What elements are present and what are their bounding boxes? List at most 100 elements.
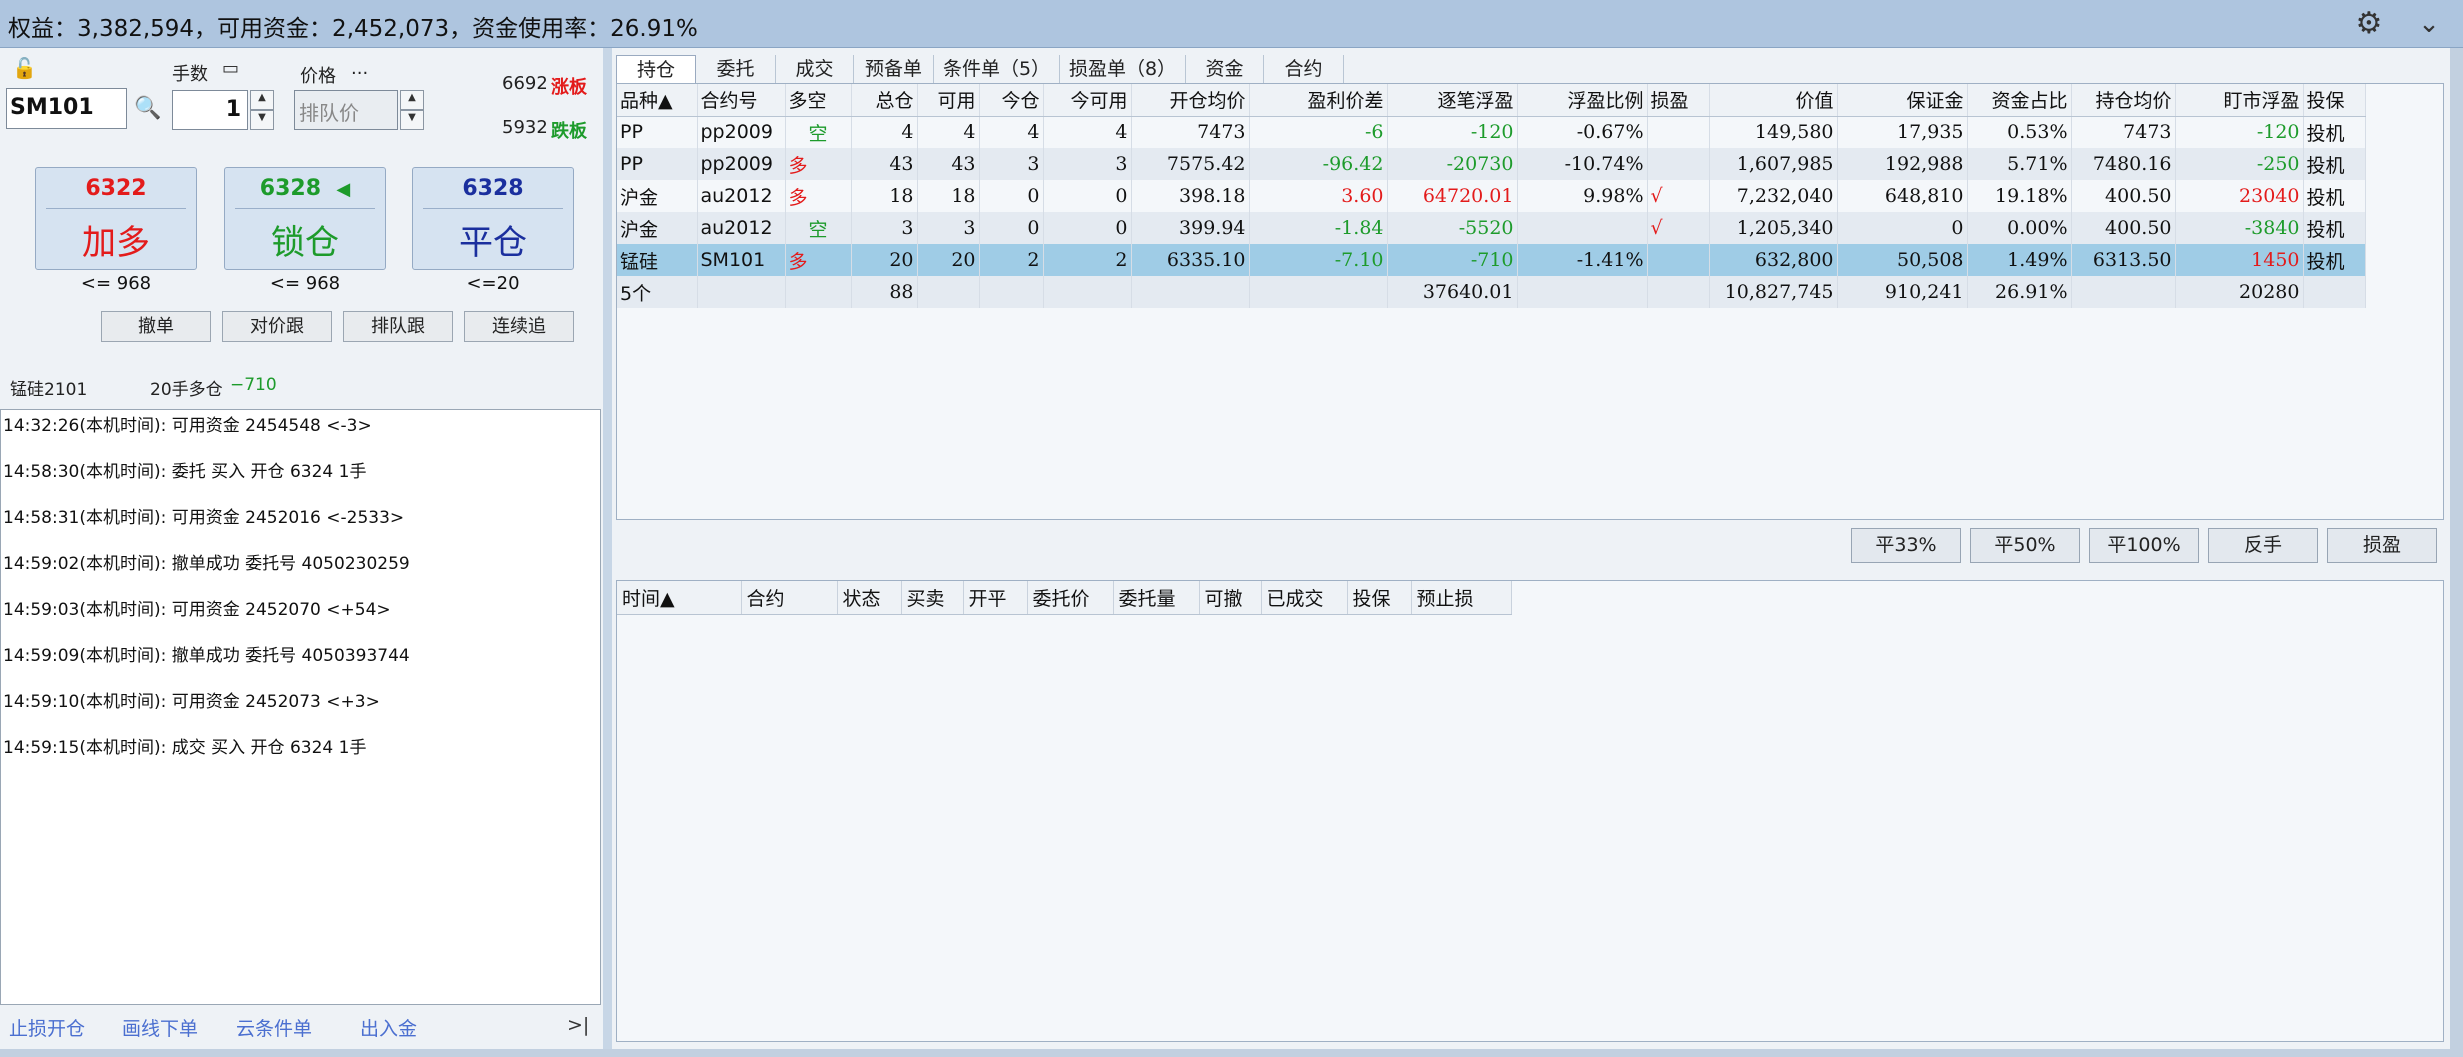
add-long-button[interactable]: 6322 加多 [35,167,197,270]
position-cell: au2012 [697,212,786,244]
position-cell: 398.18 [1131,180,1250,212]
position-cell: 632,800 [1709,244,1838,276]
quantity-down-button[interactable]: ▼ [250,110,274,130]
column-header[interactable]: 开仓均价 [1131,84,1250,117]
position-cell: 5.71% [1967,148,2072,180]
order-column-header[interactable]: 合约 [741,581,838,615]
column-header[interactable]: 盈利价差 [1249,84,1388,117]
position-row[interactable]: PP pp2009 空 4 4 4 4 7473 -6 -120 -0.67% 149,580 17,9… [617,116,2366,148]
limit-up-price: 6692 [502,73,548,94]
position-cell: pp2009 [697,116,786,148]
lock-position-button[interactable]: 6328 ◀ 锁仓 [224,167,386,270]
column-header[interactable]: 品种▲ [617,84,698,117]
continuous-chase-button[interactable]: 连续追 [464,311,574,342]
column-header[interactable]: 总仓 [851,84,918,117]
quantity-input[interactable]: 1 [172,90,248,130]
order-column-header[interactable]: 已成交 [1261,581,1348,615]
column-header[interactable]: 持仓均价 [2071,84,2176,117]
stop-profit-button[interactable]: 损盈 [2327,528,2437,563]
add-long-limit: <= 968 [80,273,152,294]
column-header[interactable]: 投保 [2303,84,2366,117]
column-header[interactable]: 盯市浮盈 [2175,84,2304,117]
collapse-panel-icon[interactable]: >| [567,1014,589,1036]
close-100-button[interactable]: 平100% [2089,528,2199,563]
position-cell: -5520 [1387,212,1518,244]
cloud-condition-order-link[interactable]: 云条件单 [236,1014,312,1041]
close-50-button[interactable]: 平50% [1970,528,2080,563]
order-column-header[interactable]: 委托价 [1027,581,1114,615]
close-position-button[interactable]: 6328 平仓 [412,167,574,270]
price-more-button[interactable]: ... [351,58,368,79]
screen-icon[interactable]: ▭ [222,58,244,80]
order-column-header[interactable]: 时间▲ [617,581,742,615]
position-pnl: −710 [230,375,277,395]
column-header[interactable]: 价值 [1709,84,1838,117]
position-cell: 7,232,040 [1709,180,1838,212]
order-column-header[interactable]: 可撤 [1199,581,1262,615]
draw-line-order-link[interactable]: 画线下单 [122,1014,198,1041]
follow-queue-price-button[interactable]: 排队跟 [343,311,453,342]
bottom-edge-bar [0,1049,2463,1057]
position-row[interactable]: PP pp2009 多 43 43 3 3 7575.42 -96.42 -20730 -10.74… [617,148,2366,180]
follow-counter-price-button[interactable]: 对价跟 [222,311,332,342]
position-cell: 23040 [2175,180,2304,212]
log-line: 14:59:09(本机时间): 撤单成功 委托号 4050393744 [3,646,410,666]
cancel-order-button[interactable]: 撤单 [101,311,211,342]
close-33-button[interactable]: 平33% [1851,528,1961,563]
message-log[interactable]: 14:32:26(本机时间): 可用资金 2454548 <-3> 14:58:… [0,409,601,1005]
column-header[interactable]: 多空 [785,84,852,117]
position-row[interactable]: 锰硅 SM101 多 20 20 2 2 6335.10 -7.10 -710 -1.41% 632,… [617,244,2366,276]
unlock-icon[interactable]: 🔓 [12,56,37,80]
column-header[interactable]: 损盈 [1647,84,1710,117]
gear-icon[interactable]: ⚙ [2353,8,2385,40]
column-header[interactable]: 资金占比 [1967,84,2072,117]
column-header[interactable]: 可用 [917,84,980,117]
total-cell [1249,276,1388,308]
position-cell: -1.84 [1249,212,1388,244]
tab-trades[interactable]: 成交 [776,55,854,83]
price-input[interactable]: 排队价 [294,90,398,130]
price-up-button[interactable]: ▲ [400,90,424,110]
tab-funds[interactable]: 资金 [1186,55,1264,83]
deposit-withdraw-link[interactable]: 出入金 [360,1014,417,1041]
tab-stop-profit-orders[interactable]: 损盈单（8） [1060,55,1186,83]
column-header[interactable]: 逐笔浮盈 [1387,84,1518,117]
tab-prepared-orders[interactable]: 预备单 [854,55,934,83]
position-cell: -96.42 [1249,148,1388,180]
column-header[interactable]: 保证金 [1837,84,1968,117]
order-column-header[interactable]: 预止损 [1411,581,1512,615]
tab-contracts[interactable]: 合约 [1264,55,1344,83]
quantity-up-button[interactable]: ▲ [250,90,274,110]
order-column-header[interactable]: 状态 [837,581,902,615]
log-line: 14:32:26(本机时间): 可用资金 2454548 <-3> [3,416,372,436]
position-cell: 3 [917,212,980,244]
position-cell: 1.49% [1967,244,2072,276]
position-cell: 多 [785,244,852,276]
position-row[interactable]: 沪金 au2012 空 3 3 0 0 399.94 -1.84 -5520 √ 1,205,340 0… [617,212,2366,244]
column-header[interactable]: 浮盈比例 [1517,84,1648,117]
column-header[interactable]: 今仓 [979,84,1044,117]
column-header[interactable]: 合约号 [697,84,786,117]
reverse-position-button[interactable]: 反手 [2208,528,2318,563]
position-cell: 399.94 [1131,212,1250,244]
tab-orders[interactable]: 委托 [696,55,776,83]
order-column-header[interactable]: 开平 [963,581,1028,615]
search-icon[interactable]: 🔍 [134,96,161,122]
position-row[interactable]: 沪金 au2012 多 18 18 0 0 398.18 3.60 64720.01 9.98% √ 7… [617,180,2366,212]
price-down-button[interactable]: ▼ [400,110,424,130]
orders-table[interactable]: 时间▲ 合约 状态 买卖 开平 委托价 委托量 可撤 已成交 投保 预止损 [616,580,2444,1042]
position-cell: 18 [917,180,980,212]
positions-table[interactable]: 品种▲ 合约号 多空 总仓 可用 今仓 今可用 开仓均价 盈利价差 逐笔浮盈 浮盈比例 损盈 价值 保证金… [616,83,2444,520]
position-cell: -120 [2175,116,2304,148]
order-column-header[interactable]: 买卖 [901,581,964,615]
order-column-header[interactable]: 投保 [1347,581,1412,615]
collapse-down-icon[interactable]: ⌄ [2413,8,2445,40]
tab-positions[interactable]: 持仓 [616,55,696,83]
column-header[interactable]: 今可用 [1043,84,1132,117]
tab-conditional-orders[interactable]: 条件单（5） [934,55,1060,83]
symbol-input[interactable]: SM101 [6,88,127,129]
total-cell [697,276,786,308]
position-cell: 19.18% [1967,180,2072,212]
order-column-header[interactable]: 委托量 [1113,581,1200,615]
stop-loss-open-link[interactable]: 止损开仓 [9,1014,85,1041]
